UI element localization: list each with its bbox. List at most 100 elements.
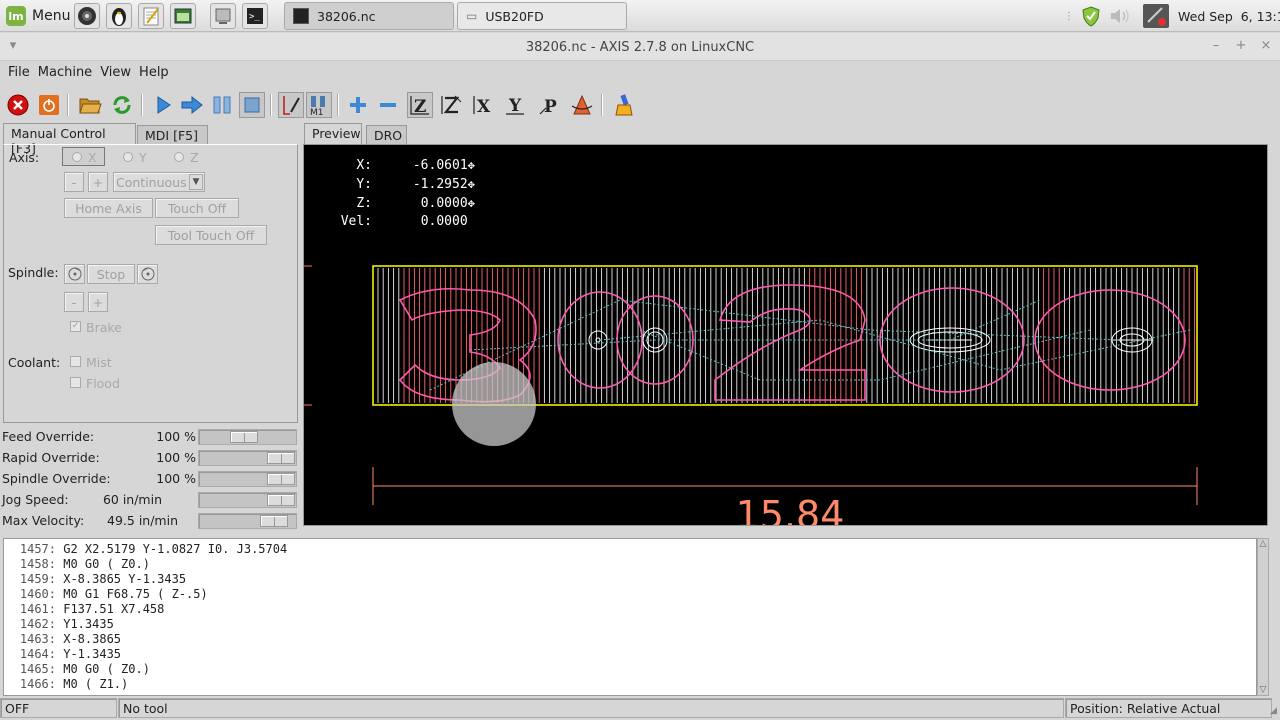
close-icon[interactable]: × [1259, 39, 1273, 53]
system-tray: ⋮ Wed Sep 6, 13:18 [1064, 4, 1280, 28]
block-delete-button[interactable] [278, 92, 304, 118]
view-z-button[interactable]: Z [407, 92, 433, 118]
gcode-listing[interactable]: ........................................… [3, 538, 1257, 696]
axis-y-radio[interactable] [123, 152, 133, 162]
slider-knob[interactable] [267, 494, 295, 506]
jog-speed-slider[interactable] [198, 492, 297, 508]
feed-override-slider[interactable] [198, 429, 297, 445]
menubar: File Machine View Help [0, 62, 1280, 84]
task-label: 38206.nc [317, 8, 376, 24]
optional-stop-button[interactable]: M1 [306, 92, 332, 118]
terminal-green-launcher-icon[interactable] [170, 3, 196, 29]
slider-knob[interactable] [267, 452, 295, 464]
axis-x-label: X [88, 150, 97, 165]
touch-indicator [452, 362, 536, 446]
spindle-cw-button[interactable] [137, 264, 158, 284]
jog-minus-button[interactable]: - [64, 172, 84, 192]
view-p-button[interactable]: P [536, 92, 562, 118]
minimize-icon[interactable]: – [1209, 39, 1223, 53]
rotate-view-button[interactable] [569, 92, 595, 118]
machine-power-button[interactable] [36, 92, 62, 118]
clock[interactable]: Wed Sep 6, 13:18 [1178, 9, 1280, 24]
menu-file[interactable]: File [4, 62, 34, 84]
menu-machine[interactable]: Machine [34, 62, 96, 84]
brake-checkbox[interactable]: ✓ [70, 321, 81, 332]
touch-off-button[interactable]: Touch Off [155, 198, 239, 218]
camera-launcher-icon[interactable] [74, 3, 100, 29]
gcode-line[interactable]: 1458: M0 G0 ( Z0.) [4, 557, 1256, 572]
tab-dro[interactable]: DRO [366, 125, 407, 145]
gcode-line[interactable]: 1462: Y1.3435 [4, 617, 1256, 632]
chevron-down-icon: ▼ [189, 174, 203, 190]
gcode-scrollbar[interactable]: △ ▽ [1257, 538, 1269, 696]
terminal-launcher-icon[interactable]: >_ [242, 3, 268, 29]
zoom-out-button[interactable] [375, 92, 401, 118]
scroll-down-icon[interactable]: ▽ [1258, 685, 1268, 695]
gcode-line[interactable]: 1459: X-8.3865 Y-1.3435 [4, 572, 1256, 587]
slider-knob[interactable] [260, 515, 289, 527]
reload-icon [113, 96, 131, 114]
view-y-button[interactable]: Y [502, 92, 528, 118]
gcode-line[interactable]: 1464: Y-1.3435 [4, 647, 1256, 662]
gcode-line[interactable]: 1463: X-8.3865 [4, 632, 1256, 647]
homed-z-icon: ✥ [467, 196, 475, 210]
open-file-button[interactable] [77, 92, 103, 118]
gcode-line[interactable]: 1460: M0 G1 F68.75 ( Z-.5) [4, 587, 1256, 602]
axis-z-radio[interactable] [174, 152, 184, 162]
tool-touch-off-button[interactable]: Tool Touch Off [155, 225, 267, 245]
gcode-line-code: M0 G0 ( Z0.) [56, 662, 150, 676]
view-x-button[interactable]: X [470, 92, 496, 118]
shield-check-icon[interactable] [1080, 5, 1102, 27]
stop-button[interactable] [239, 92, 265, 118]
volume-icon[interactable] [1108, 5, 1134, 27]
spindle-ccw-button[interactable] [64, 264, 85, 284]
flood-checkbox[interactable] [70, 377, 81, 388]
slider-knob[interactable] [230, 431, 259, 443]
resize-grip-icon[interactable]: ◢ [1270, 706, 1277, 716]
task-axis-window[interactable]: 38206.nc [284, 2, 454, 30]
reload-button[interactable] [109, 92, 135, 118]
estop-button[interactable] [5, 92, 31, 118]
menu-help[interactable]: Help [135, 62, 173, 84]
gcode-line[interactable]: 1466: M0 ( Z1.) [4, 677, 1256, 692]
axis-x-radio[interactable] [72, 152, 82, 162]
slider-knob[interactable] [267, 473, 295, 485]
brake-label: Brake [86, 320, 122, 335]
spindle-stop-button[interactable]: Stop [87, 264, 135, 284]
tab-manual-control[interactable]: Manual Control [F3] [3, 123, 136, 156]
home-axis-button[interactable]: Home Axis [64, 198, 153, 218]
jog-plus-button[interactable]: + [88, 172, 108, 192]
scroll-up-icon[interactable]: △ [1258, 539, 1268, 549]
show-desktop-icon[interactable] [210, 3, 236, 29]
run-button[interactable] [150, 92, 176, 118]
menu-view[interactable]: View [96, 62, 135, 84]
pause-button[interactable] [209, 92, 235, 118]
spindle-override-label: Spindle Override: [2, 471, 111, 486]
spindle-override-slider[interactable] [198, 471, 297, 487]
clear-plot-button[interactable] [611, 92, 637, 118]
tux-launcher-icon[interactable] [106, 3, 132, 29]
rapid-override-value: 100 % [156, 450, 196, 465]
max-velocity-slider[interactable] [198, 513, 297, 529]
window-titlebar[interactable]: ▾ 38206.nc - AXIS 2.7.8 on LinuxCNC – + … [0, 33, 1280, 61]
start-menu-button[interactable]: lm Menu [6, 6, 70, 26]
gcode-line-code: Y1.3435 [56, 617, 114, 631]
view-z2-button[interactable] [438, 92, 464, 118]
task-usb-window[interactable]: ▭ USB20FD [457, 2, 627, 30]
rapid-override-slider[interactable] [198, 450, 297, 466]
maximize-icon[interactable]: + [1234, 39, 1248, 53]
tab-preview[interactable]: Preview [304, 123, 362, 145]
taskbar: lm Menu >_ 38206.nc ▭ USB20FD ⋮ Wed Sep … [0, 0, 1280, 32]
tab-mdi[interactable]: MDI [F5] [137, 125, 208, 145]
spindle-minus-button[interactable]: - [64, 292, 84, 312]
spindle-plus-button[interactable]: + [88, 292, 108, 312]
network-disconnected-icon[interactable] [1142, 3, 1170, 29]
mist-checkbox[interactable] [70, 356, 81, 367]
step-button[interactable] [179, 92, 205, 118]
jog-mode-select[interactable]: Continuous ▼ [113, 172, 205, 192]
zoom-in-button[interactable] [345, 92, 371, 118]
gcode-line[interactable]: 1461: F137.51 X7.458 [4, 602, 1256, 617]
text-editor-launcher-icon[interactable] [138, 3, 164, 29]
gcode-line[interactable]: 1457: G2 X2.5179 Y-1.0827 I0. J3.5704 [4, 542, 1256, 557]
gcode-line[interactable]: 1465: M0 G0 ( Z0.) [4, 662, 1256, 677]
